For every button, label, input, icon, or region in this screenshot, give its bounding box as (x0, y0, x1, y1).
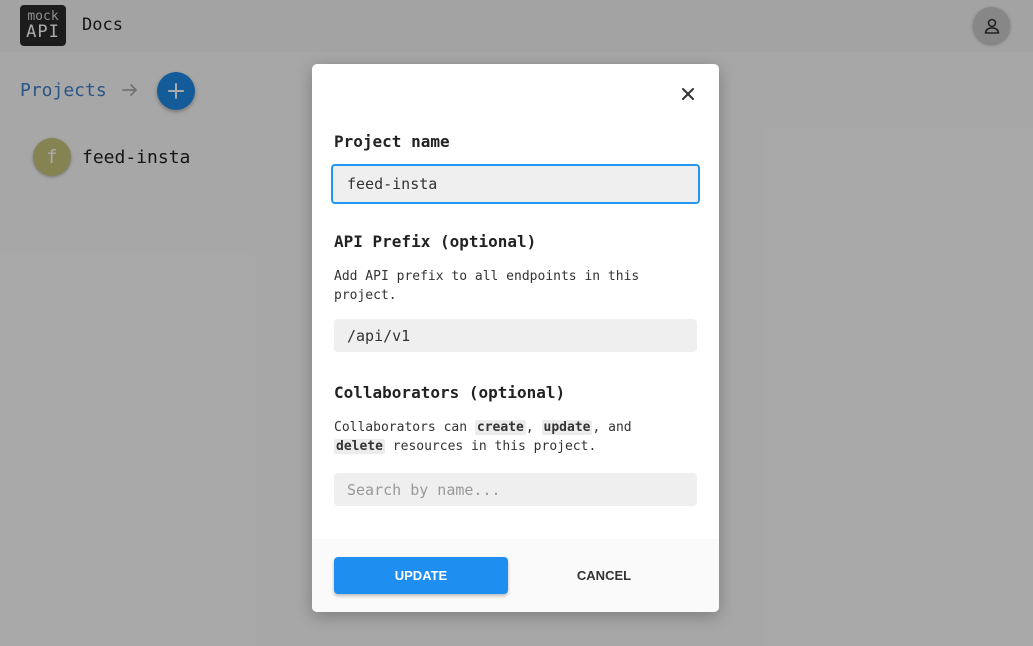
close-icon (682, 88, 694, 100)
edit-project-dialog: Project name API Prefix (optional) Add A… (312, 64, 719, 612)
project-name-input[interactable] (331, 164, 700, 204)
collab-desc-suffix: resources in this project. (384, 439, 597, 454)
collaborators-label: Collaborators (optional) (334, 383, 566, 402)
close-button[interactable] (678, 84, 698, 104)
dialog-footer: UPDATE CANCEL (312, 539, 719, 612)
collab-desc-sep1: , (525, 420, 542, 435)
collab-desc-sep2: , and (592, 420, 632, 435)
collab-perm-delete: delete (334, 439, 385, 454)
api-prefix-input[interactable] (334, 319, 697, 352)
cancel-button[interactable]: CANCEL (517, 557, 691, 594)
api-prefix-description: Add API prefix to all endpoints in this … (334, 269, 640, 303)
collab-perm-create: create (474, 420, 526, 435)
update-button[interactable]: UPDATE (334, 557, 508, 594)
project-name-label: Project name (334, 132, 450, 151)
collab-desc-prefix: Collaborators can (334, 420, 475, 435)
api-prefix-label: API Prefix (optional) (334, 232, 537, 251)
collab-perm-update: update (541, 420, 593, 435)
collaborator-search-input[interactable] (334, 473, 697, 506)
collaborators-description: Collaborators can create, update, and de… (334, 418, 674, 456)
